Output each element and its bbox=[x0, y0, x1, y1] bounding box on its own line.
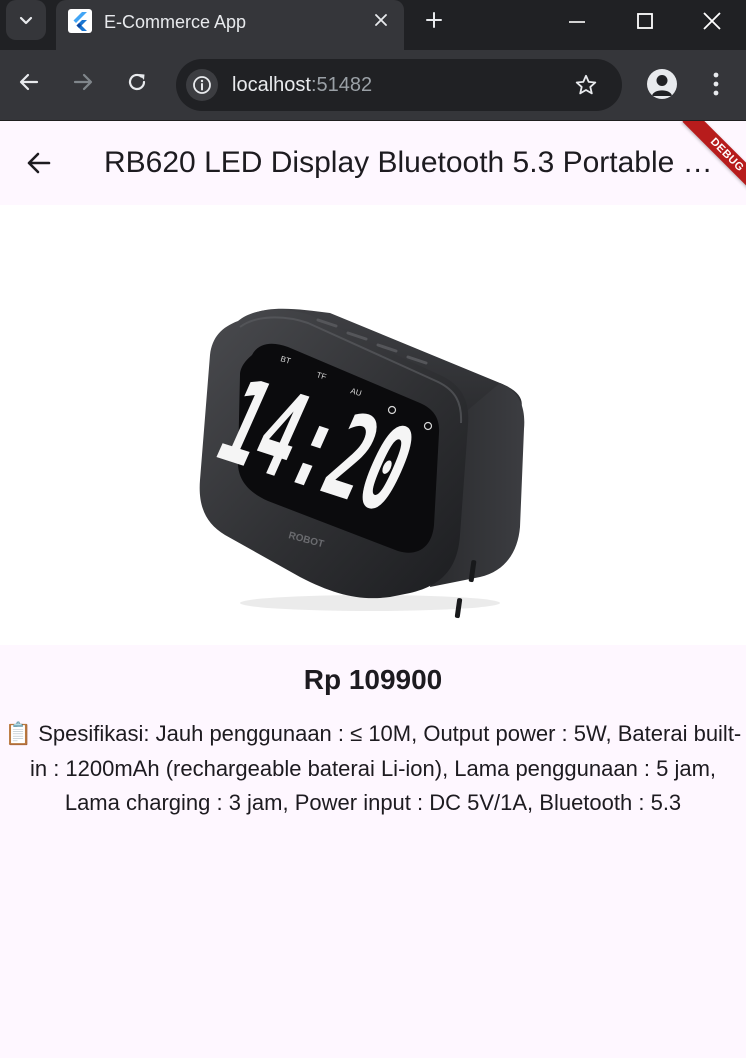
minimize-button[interactable] bbox=[543, 0, 611, 42]
browser-forward-button[interactable] bbox=[65, 64, 101, 100]
reload-icon bbox=[128, 73, 146, 91]
profile-button[interactable] bbox=[647, 69, 677, 99]
browser-back-button[interactable] bbox=[11, 64, 47, 100]
url-text[interactable]: localhost:51482 bbox=[232, 74, 372, 96]
minimize-icon bbox=[569, 21, 585, 23]
maximize-button[interactable] bbox=[611, 0, 679, 42]
person-icon bbox=[652, 75, 672, 96]
star-icon bbox=[575, 74, 597, 95]
close-icon bbox=[375, 14, 387, 26]
reload-button[interactable] bbox=[119, 64, 155, 100]
tab-close-button[interactable] bbox=[370, 9, 392, 31]
product-description: 📋 Spesifikasi: Jauh penggunaan : ≤ 10M, … bbox=[4, 721, 742, 815]
close-icon bbox=[703, 12, 721, 30]
close-window-button[interactable] bbox=[678, 0, 746, 42]
arrow-forward-icon bbox=[73, 73, 93, 91]
app-viewport: RB620 LED Display Bluetooth 5.3 Portable… bbox=[0, 121, 746, 1058]
tab-title: E-Commerce App bbox=[104, 12, 247, 32]
arrow-back-icon bbox=[27, 152, 51, 174]
page-title: RB620 LED Display Bluetooth 5.3 Portable… bbox=[104, 146, 714, 179]
chevron-down-icon bbox=[19, 16, 33, 25]
plus-icon bbox=[426, 12, 442, 28]
browser-tab-active[interactable]: E-Commerce App bbox=[56, 0, 404, 50]
bookmark-button[interactable] bbox=[572, 71, 600, 99]
url-host: localhost bbox=[232, 74, 311, 96]
product-image: BT TF AU 14:20 ROBOT bbox=[0, 205, 746, 645]
site-info-button[interactable] bbox=[186, 69, 218, 101]
app-bar: RB620 LED Display Bluetooth 5.3 Portable… bbox=[0, 121, 746, 205]
back-button[interactable] bbox=[16, 141, 60, 185]
kebab-menu-icon bbox=[713, 72, 719, 96]
product-price: Rp 109900 bbox=[303, 664, 443, 695]
arrow-back-icon bbox=[19, 73, 39, 91]
url-port: :51482 bbox=[310, 74, 373, 96]
browser-menu-button[interactable] bbox=[702, 68, 730, 100]
address-bar[interactable]: localhost:51482 bbox=[176, 59, 622, 111]
tab-search-button[interactable] bbox=[6, 0, 46, 40]
maximize-icon bbox=[637, 13, 653, 29]
clock-speaker-image: BT TF AU 14:20 ROBOT bbox=[199, 308, 525, 619]
new-tab-button[interactable] bbox=[420, 6, 448, 34]
info-icon bbox=[193, 76, 211, 94]
browser-tab-strip: E-Commerce App bbox=[0, 0, 746, 50]
flutter-icon bbox=[68, 9, 92, 33]
browser-toolbar: localhost:51482 bbox=[0, 50, 746, 121]
